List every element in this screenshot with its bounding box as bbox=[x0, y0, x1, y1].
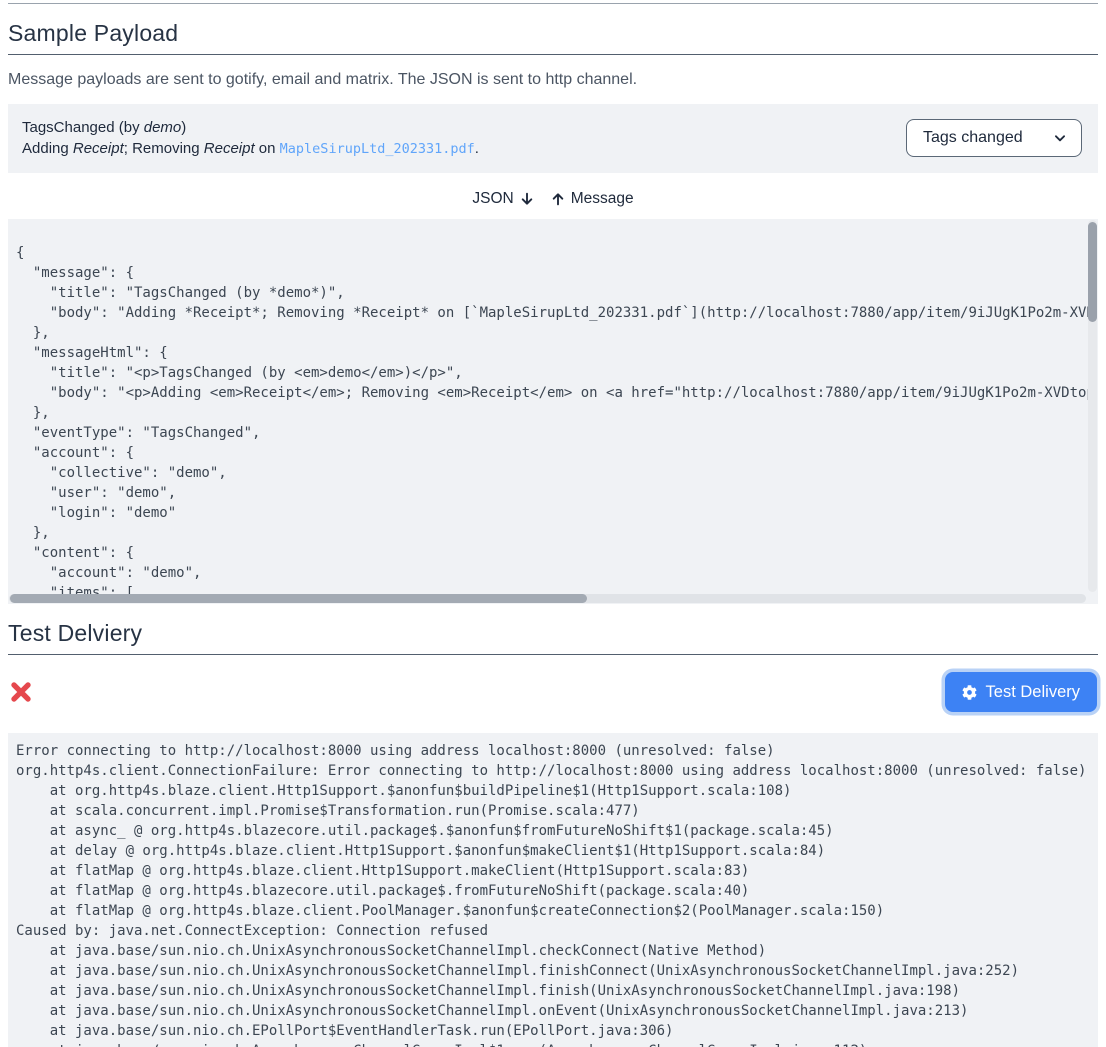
preview-body-tag2: Receipt bbox=[204, 140, 255, 157]
delivery-error-text: Error connecting to http://localhost:800… bbox=[8, 733, 1098, 1047]
delivery-error-block: Error connecting to http://localhost:800… bbox=[8, 733, 1098, 1047]
json-payload-code: { "message": { "title": "TagsChanged (by… bbox=[8, 219, 1098, 603]
preview-body-removing: ; Removing bbox=[124, 140, 204, 157]
arrow-down-icon bbox=[519, 191, 535, 207]
json-toggle-label: JSON bbox=[472, 190, 513, 208]
horizontal-scrollbar[interactable] bbox=[9, 594, 1086, 603]
event-type-selected-value: Tags changed bbox=[923, 129, 1023, 147]
chevron-down-icon bbox=[1053, 131, 1067, 145]
page: Sample Payload Message payloads are sent… bbox=[0, 3, 1106, 1047]
arrow-up-icon bbox=[550, 191, 566, 207]
preview-body-period: . bbox=[475, 140, 479, 157]
json-toggle-link[interactable]: JSON bbox=[472, 190, 534, 208]
test-delivery-button[interactable]: Test Delivery bbox=[945, 672, 1097, 712]
preview-title-suffix: ) bbox=[181, 119, 186, 136]
message-toggle-link[interactable]: Message bbox=[550, 190, 634, 208]
sample-payload-description: Message payloads are sent to gotify, ema… bbox=[8, 71, 1098, 89]
sample-payload-title: Sample Payload bbox=[8, 20, 1098, 55]
preview-title-user: demo bbox=[144, 119, 182, 136]
preview-body-tag1: Receipt bbox=[73, 140, 124, 157]
event-type-dropdown[interactable]: Tags changed bbox=[906, 119, 1082, 157]
json-payload-block: { "message": { "title": "TagsChanged (by… bbox=[8, 219, 1098, 604]
vertical-scrollbar-thumb[interactable] bbox=[1088, 222, 1097, 322]
failure-x-icon bbox=[9, 680, 33, 704]
payload-view-toggle: JSON Message bbox=[8, 187, 1098, 211]
test-delivery-title: Test Delviery bbox=[8, 620, 1098, 655]
item-file-link[interactable]: MapleSirupLtd_202331.pdf bbox=[280, 141, 475, 157]
preview-title-line: TagsChanged (by demo) bbox=[22, 118, 479, 138]
payload-preview-text: TagsChanged (by demo) Adding Receipt; Re… bbox=[22, 117, 479, 159]
test-delivery-button-label: Test Delivery bbox=[986, 683, 1080, 702]
preview-body-on: on bbox=[255, 140, 280, 157]
vertical-scrollbar[interactable] bbox=[1088, 220, 1097, 592]
preview-title-prefix: TagsChanged (by bbox=[22, 119, 144, 136]
preview-body-line: Adding Receipt; Removing Receipt on Mapl… bbox=[22, 139, 479, 159]
gear-icon bbox=[962, 685, 977, 700]
message-toggle-label: Message bbox=[571, 190, 634, 208]
preview-body-adding: Adding bbox=[22, 140, 73, 157]
test-delivery-toolbar: Test Delivery bbox=[8, 672, 1098, 712]
top-divider bbox=[8, 3, 1098, 4]
payload-preview-panel: TagsChanged (by demo) Adding Receipt; Re… bbox=[8, 104, 1098, 173]
horizontal-scrollbar-thumb[interactable] bbox=[10, 594, 587, 603]
